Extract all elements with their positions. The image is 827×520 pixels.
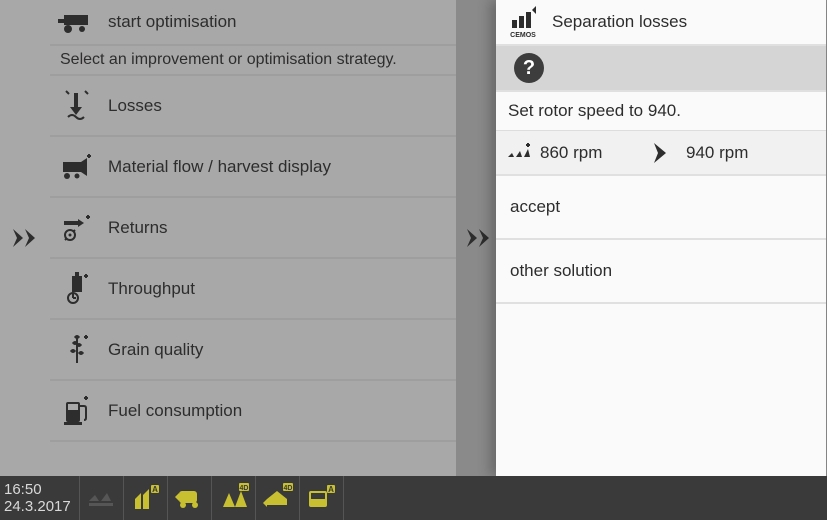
left-panel: start optimisation Select an improvement… (0, 0, 456, 476)
accept-label: accept (510, 197, 560, 217)
left-header-label: start optimisation (108, 12, 237, 32)
left-instruction: Select an improvement or optimisation st… (50, 46, 456, 76)
status-tile-1[interactable] (80, 476, 124, 520)
material-flow-icon (56, 152, 98, 182)
left-header[interactable]: start optimisation (50, 0, 456, 46)
status-tile-5[interactable]: 4D (256, 476, 300, 520)
other-solution-button[interactable]: other solution (496, 240, 826, 304)
losses-icon (56, 89, 98, 123)
help-icon: ? (514, 53, 544, 83)
strategy-item-grain-quality[interactable]: Grain quality (50, 320, 456, 381)
clock-box: 16:50 24.3.2017 (0, 476, 80, 520)
svg-text:4D: 4D (239, 485, 248, 492)
strategy-item-throughput[interactable]: Throughput (50, 259, 456, 320)
expand-left-button[interactable] (6, 218, 46, 258)
accept-button[interactable]: accept (496, 176, 826, 240)
right-header: CEMOS Separation losses (496, 0, 826, 46)
svg-text:A: A (152, 485, 158, 494)
strategy-item-label: Returns (108, 218, 168, 238)
strategy-item-returns[interactable]: Returns (50, 198, 456, 259)
other-solution-label: other solution (510, 261, 612, 281)
rpm-target: 940 rpm (686, 143, 748, 163)
status-tile-2[interactable]: A (124, 476, 168, 520)
svg-text:A: A (328, 485, 334, 494)
strategy-item-label: Fuel consumption (108, 401, 242, 421)
throughput-icon (56, 272, 98, 306)
strategy-item-label: Throughput (108, 279, 195, 299)
rotor-icon (506, 143, 532, 163)
strategy-item-label: Grain quality (108, 340, 203, 360)
right-instruction: Set rotor speed to 940. (496, 92, 826, 130)
strategy-item-label: Material flow / harvest display (108, 157, 331, 177)
bottom-bar: 16:50 24.3.2017 A 4D 4D A (0, 476, 827, 520)
strategy-item-losses[interactable]: Losses (50, 76, 456, 137)
combine-icon (56, 7, 98, 37)
separation-losses-icon: CEMOS (504, 6, 542, 39)
date-label: 24.3.2017 (4, 498, 79, 515)
fuel-icon (56, 394, 98, 428)
strategy-item-fuel-consumption[interactable]: Fuel consumption (50, 381, 456, 442)
returns-icon (56, 213, 98, 243)
status-tile-6[interactable]: A (300, 476, 344, 520)
status-tile-3[interactable] (168, 476, 212, 520)
right-header-label: Separation losses (552, 12, 687, 32)
arrow-right-icon (646, 141, 676, 165)
help-row[interactable]: ? (496, 46, 826, 92)
rpm-current: 860 rpm (540, 143, 602, 163)
cemos-label: CEMOS (510, 32, 536, 39)
status-tile-4[interactable]: 4D (212, 476, 256, 520)
strategy-item-label: Losses (108, 96, 162, 116)
strategy-item-material-flow[interactable]: Material flow / harvest display (50, 137, 456, 198)
expand-right-button[interactable] (460, 218, 500, 258)
svg-text:4D: 4D (283, 485, 292, 492)
time-label: 16:50 (4, 481, 79, 498)
right-panel: CEMOS Separation losses ? Set rotor spee… (496, 0, 826, 476)
rpm-row: 860 rpm 940 rpm (496, 130, 826, 176)
grain-quality-icon (56, 333, 98, 367)
